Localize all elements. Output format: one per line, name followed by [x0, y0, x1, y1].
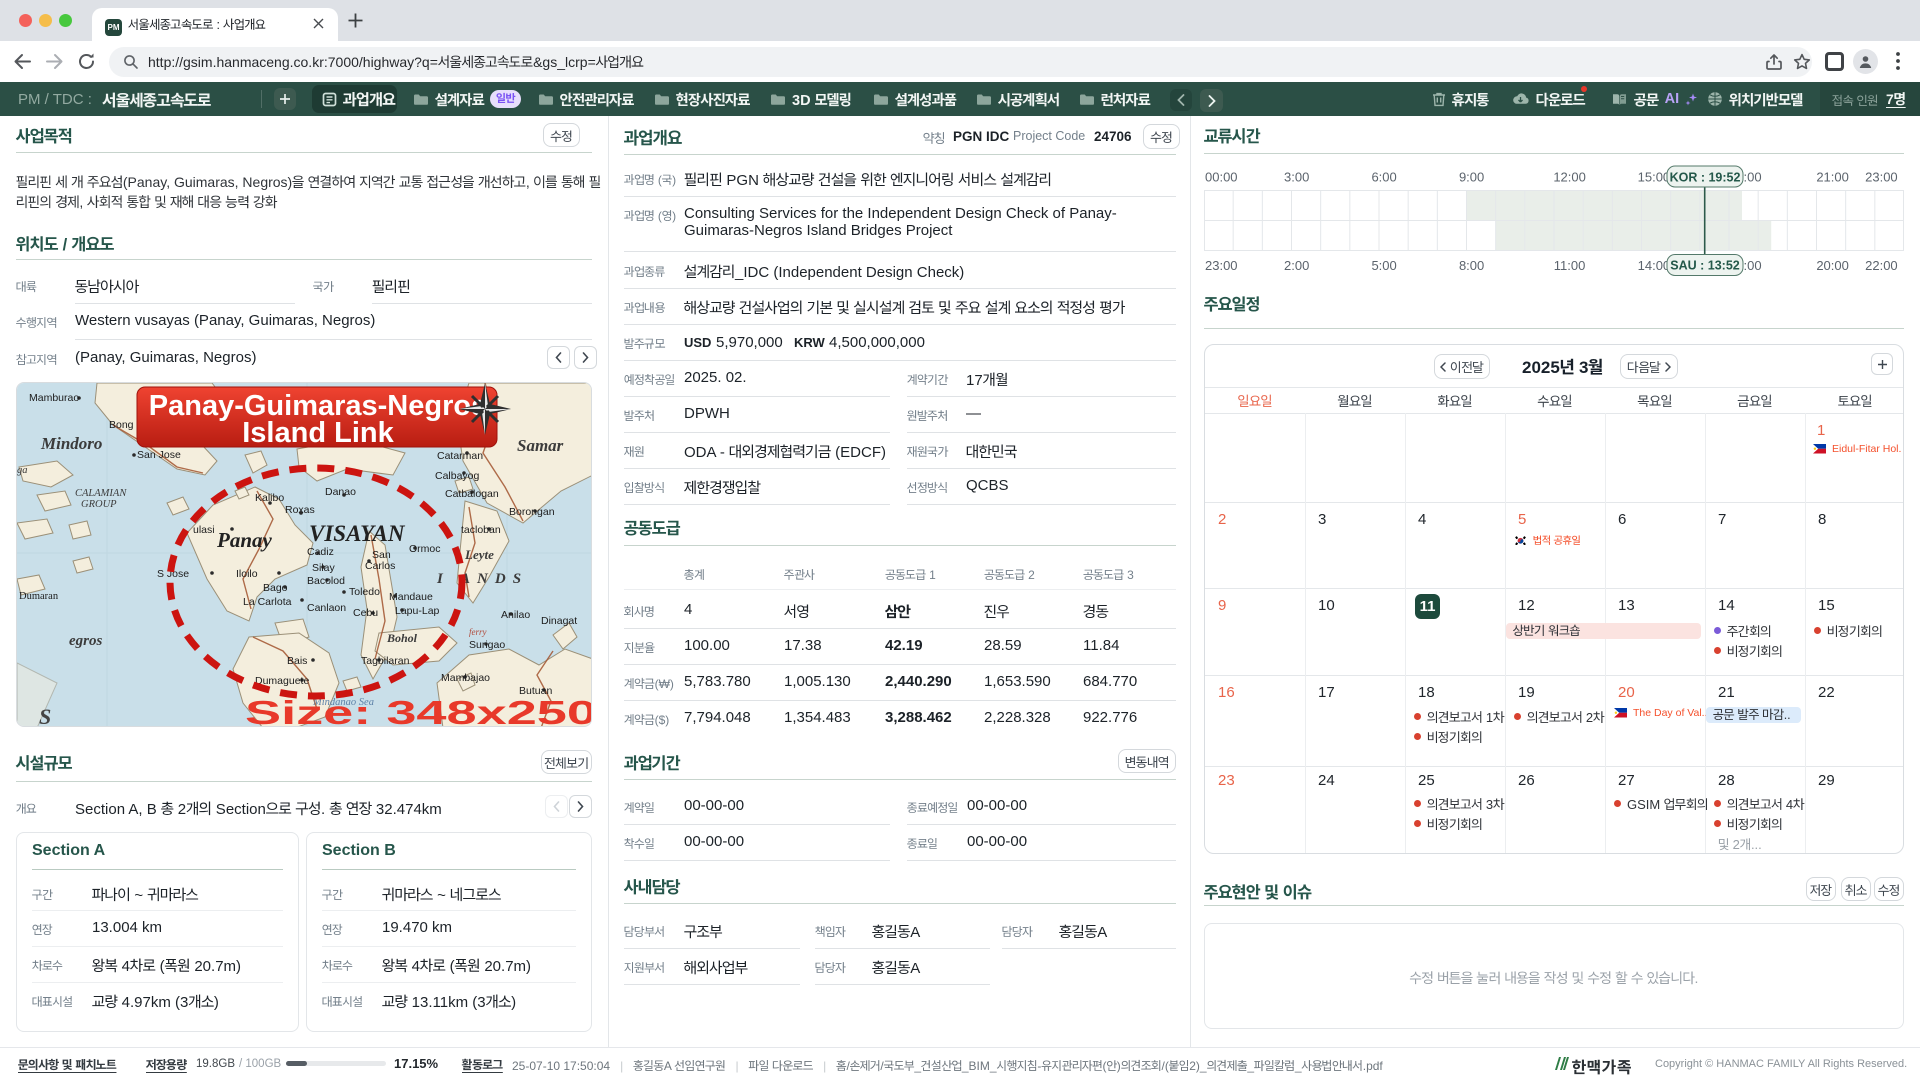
- svg-text:Kalibo: Kalibo: [255, 492, 284, 504]
- svg-text:23:00: 23:00: [1865, 170, 1898, 185]
- svg-text:Samar: Samar: [517, 436, 564, 455]
- svg-text:Dinagat: Dinagat: [541, 615, 577, 627]
- svg-text:Calbayog: Calbayog: [435, 470, 480, 482]
- svg-text:CALAMIAN: CALAMIAN: [75, 488, 127, 499]
- svg-text:Bago: Bago: [263, 582, 288, 594]
- svg-text:Size: 348x250: Size: 348x250: [245, 694, 592, 727]
- svg-text:S: S: [39, 704, 51, 727]
- svg-text:Leyte: Leyte: [464, 547, 494, 562]
- svg-text:8:00: 8:00: [1459, 258, 1484, 273]
- svg-text:Bacolod: Bacolod: [307, 575, 345, 587]
- svg-text:Bais: Bais: [287, 655, 307, 667]
- svg-text:21:00: 21:00: [1816, 170, 1849, 185]
- svg-text:Catarman: Catarman: [437, 450, 483, 462]
- svg-text:ulasi: ulasi: [193, 524, 215, 536]
- svg-text::00: :00: [1744, 258, 1762, 273]
- svg-text:Bong: Bong: [109, 419, 134, 431]
- svg-text:22:00: 22:00: [1865, 258, 1898, 273]
- svg-text:Surigao: Surigao: [469, 639, 505, 651]
- svg-text:23:00: 23:00: [1205, 258, 1238, 273]
- svg-text:Island Link: Island Link: [242, 417, 394, 449]
- svg-text:La Carlota: La Carlota: [243, 596, 292, 608]
- svg-text:KOR : 19:52: KOR : 19:52: [1670, 171, 1741, 185]
- svg-text:Tagbilaran: Tagbilaran: [361, 655, 410, 667]
- svg-text:11:00: 11:00: [1554, 258, 1586, 273]
- svg-text:ga: ga: [17, 465, 28, 476]
- svg-text:20:00: 20:00: [1816, 258, 1849, 273]
- svg-text:Mambajao: Mambajao: [441, 672, 490, 684]
- svg-text:Canlaon: Canlaon: [307, 602, 346, 614]
- svg-text:Mamburao: Mamburao: [29, 392, 79, 404]
- svg-text:tacloban: tacloban: [461, 524, 501, 536]
- svg-text:12:00: 12:00: [1553, 170, 1586, 185]
- svg-text:Iloilo: Iloilo: [236, 568, 258, 580]
- svg-text:Dumaran: Dumaran: [19, 591, 59, 602]
- svg-text:Mindoro: Mindoro: [40, 434, 102, 453]
- svg-text:I ANDS: I ANDS: [436, 571, 528, 587]
- svg-text:14:00: 14:00: [1638, 258, 1671, 273]
- svg-text:SAU : 13:52: SAU : 13:52: [1670, 259, 1740, 273]
- svg-text:VISAYAN: VISAYAN: [309, 521, 406, 546]
- svg-text:Bohol: Bohol: [386, 631, 418, 645]
- svg-text:00:00: 00:00: [1205, 170, 1238, 185]
- svg-text:Roxas: Roxas: [285, 504, 315, 516]
- svg-text:Cadiz: Cadiz: [307, 546, 334, 558]
- svg-text:6:00: 6:00: [1371, 170, 1396, 185]
- svg-text:Lapu-Lap: Lapu-Lap: [395, 605, 440, 617]
- svg-text:Panay: Panay: [216, 528, 273, 552]
- svg-text:2:00: 2:00: [1284, 258, 1309, 273]
- svg-text:Catbalogan: Catbalogan: [445, 488, 499, 500]
- svg-text:Cebu: Cebu: [353, 607, 378, 619]
- svg-text:San Jose: San Jose: [137, 449, 181, 461]
- svg-text:3:00: 3:00: [1284, 170, 1309, 185]
- svg-text:Carlos: Carlos: [365, 560, 395, 572]
- svg-text:9:00: 9:00: [1459, 170, 1484, 185]
- svg-text:Toledo: Toledo: [349, 586, 380, 598]
- svg-text:5:00: 5:00: [1371, 258, 1396, 273]
- svg-text:ferry: ferry: [469, 627, 487, 637]
- svg-text:Borongan: Borongan: [509, 506, 555, 518]
- svg-text:Danao: Danao: [325, 486, 356, 498]
- svg-text:Ormoc: Ormoc: [409, 543, 441, 555]
- svg-text::00: :00: [1744, 170, 1762, 185]
- svg-text:15:00: 15:00: [1638, 170, 1671, 185]
- svg-text:Anilao: Anilao: [501, 609, 530, 621]
- svg-text:egros: egros: [69, 633, 102, 649]
- svg-text:Mandaue: Mandaue: [389, 591, 433, 603]
- svg-text:GROUP: GROUP: [81, 499, 117, 510]
- svg-text:Silay: Silay: [312, 562, 336, 574]
